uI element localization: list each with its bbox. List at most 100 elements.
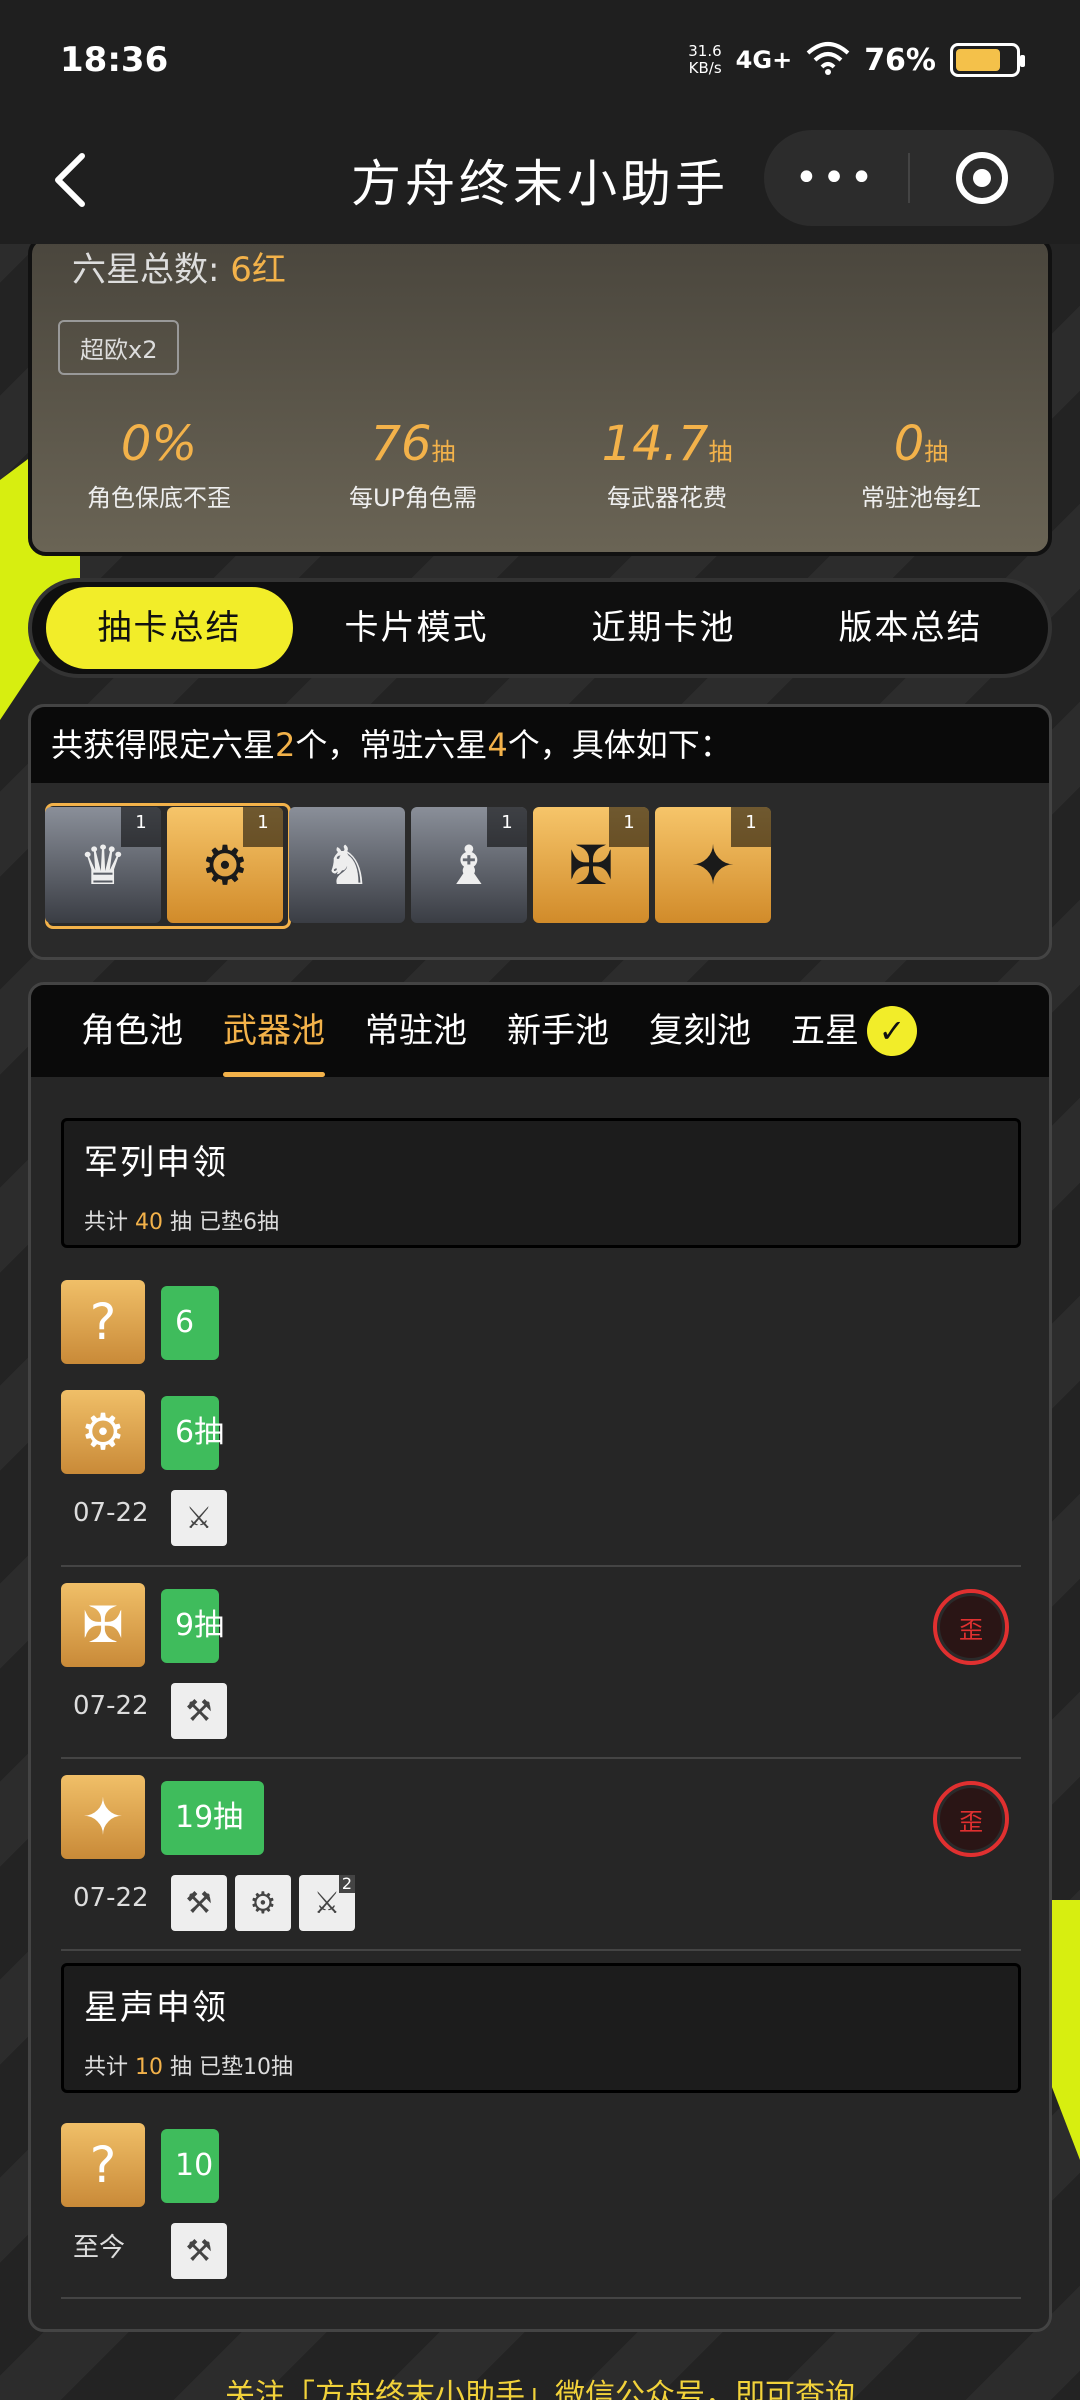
six-star-total-label: 六星总数:	[72, 250, 220, 290]
banner-name: 星声申领	[84, 1988, 228, 2028]
operator-thumbnail[interactable]: ♛ 1	[45, 807, 161, 923]
stat-unit: 抽	[708, 438, 733, 466]
gear-icon: ⚙	[200, 833, 250, 897]
thumb-count: 1	[731, 807, 771, 847]
gun-icon[interactable]: ⚒	[171, 1875, 227, 1931]
six-star-total: 六星总数: 6红	[72, 242, 286, 291]
stat-label: 角色保底不歪	[87, 484, 231, 512]
stats-row: 0% 角色保底不歪 76抽 每UP角色需 14.7抽 每武器花费 0抽 常驻池每…	[32, 416, 1048, 513]
pull-row: ✦ 19抽 歪 07-22 ⚒ ⚙ ⚔ 2	[61, 1775, 1021, 1945]
battery-percent: 76%	[864, 42, 936, 78]
net-speed-value: 31.6	[688, 42, 722, 60]
operator-portrait-icon: ♝	[444, 833, 494, 897]
limited-count: 2	[275, 726, 296, 764]
banner-header: 军列申领 共计 40 抽 已垫6抽	[61, 1118, 1021, 1248]
status-time: 18:36	[60, 40, 169, 80]
tab-rerun-pool[interactable]: 复刻池	[629, 985, 771, 1077]
item-count-badge: 2	[338, 1875, 355, 1893]
acquired-text: 个，具体如下：	[507, 726, 732, 764]
weapon-gun-icon: ✠	[61, 1583, 145, 1667]
summary-card: 六星总数: 6红 超欧x2 0% 角色保底不歪 76抽 每UP角色需 14.7抽…	[28, 236, 1052, 556]
stat-unit: 抽	[431, 438, 456, 466]
weapon-thumbnail[interactable]: ⚙ 1	[167, 807, 283, 923]
nav-bar: 方舟终末小助手 •••	[0, 120, 1080, 244]
tab-weapon-pool[interactable]: 武器池	[203, 985, 345, 1077]
gun-icon[interactable]: ⚒	[171, 1683, 227, 1739]
sword-icon[interactable]: ⚔	[171, 1490, 227, 1546]
pull-row: ? 10 至今 ⚒	[61, 2123, 1021, 2293]
target-icon	[955, 152, 1008, 204]
check-icon[interactable]: ✓	[867, 1006, 917, 1056]
pull-count-bar: 9抽	[161, 1589, 224, 1663]
tab-standard-pool[interactable]: 常驻池	[345, 985, 487, 1077]
stat-item: 76抽 每UP角色需	[286, 416, 540, 513]
banner-info: 共计 10 抽 已垫10抽	[84, 2049, 998, 2081]
tab-beginner-pool[interactable]: 新手池	[487, 985, 629, 1077]
status-icons: 31.6 KB/s 4G+ 76%	[688, 41, 1025, 79]
pull-count-bar: 19抽	[161, 1781, 264, 1855]
tab-recent-pools[interactable]: 近期卡池	[540, 587, 787, 669]
acquired-panel: 共获得限定六星2个，常驻六星4个，具体如下： ♛ 1 ⚙ 1 ♞ ♝ 1 ✠ 1 ✦ 1	[28, 704, 1052, 960]
pool-tabs: 角色池 武器池 常驻池 新手池 复刻池 五星 ✓	[31, 985, 1049, 1077]
stat-value: 0%	[120, 416, 198, 472]
weapon-thumbnail[interactable]: ✠ 1	[533, 807, 649, 923]
banner-info-label: 共计	[84, 2055, 129, 2080]
thumb-count: 1	[243, 807, 283, 847]
pull-row: ✠ 9抽 歪 07-22 ⚒	[61, 1583, 1021, 1753]
tab-five-star[interactable]: 五星	[771, 985, 865, 1077]
luck-badge: 超欧x2	[58, 320, 180, 375]
tab-version-summary[interactable]: 版本总结	[787, 587, 1034, 669]
banner-header: 星声申领 共计 10 抽 已垫10抽	[61, 1963, 1021, 2093]
operator-thumbnail[interactable]: ♝ 1	[411, 807, 527, 923]
banner-pull-count: 10	[135, 2055, 164, 2080]
pull-count-bar: 10	[161, 2129, 219, 2203]
pull-date: 至今	[73, 2233, 126, 2263]
stat-value: 76	[370, 416, 432, 472]
banner-info: 共计 40 抽 已垫6抽	[84, 1204, 998, 1236]
acquired-text: 共获得限定六星	[51, 726, 276, 764]
tab-character-pool[interactable]: 角色池	[61, 985, 203, 1077]
banner-name: 军列申领	[84, 1143, 228, 1183]
pull-count-bar: 6抽	[161, 1396, 224, 1470]
weapon-thumbnail[interactable]: ✦ 1	[655, 807, 771, 923]
stat-item: 14.7抽 每武器花费	[540, 416, 794, 513]
pull-date: 07-22	[73, 1691, 149, 1721]
pull-date: 07-22	[73, 1498, 149, 1528]
pool-panel: 角色池 武器池 常驻池 新手池 复刻池 五星 ✓ 军列申领 共计 40 抽 已垫…	[28, 982, 1052, 2332]
divider	[61, 1949, 1021, 1951]
operator-thumbnail[interactable]: ♞	[289, 807, 405, 923]
more-button[interactable]: •••	[764, 155, 908, 201]
status-bar: 18:36 31.6 KB/s 4G+ 76%	[0, 0, 1080, 120]
unknown-item-icon: ?	[61, 2123, 145, 2207]
six-star-total-value: 6红	[230, 250, 286, 290]
close-mini-program-button[interactable]	[910, 152, 1054, 204]
sword-icon[interactable]: ⚔ 2	[299, 1875, 355, 1931]
tab-pull-summary[interactable]: 抽卡总结	[46, 587, 293, 669]
main-tabs: 抽卡总结 卡片模式 近期卡池 版本总结	[28, 578, 1052, 678]
thumb-count: 1	[609, 807, 649, 847]
wifi-icon	[806, 41, 850, 79]
divider	[61, 1757, 1021, 1759]
off-banner-badge: 歪	[933, 1781, 1009, 1857]
footer-notice: 关注「方舟终末小助手」微信公众号，即可查询	[225, 2378, 855, 2400]
acquired-heading: 共获得限定六星2个，常驻六星4个，具体如下：	[31, 707, 1049, 783]
stat-item: 0% 角色保底不歪	[32, 416, 286, 513]
operator-portrait-icon: ♛	[78, 833, 128, 897]
stat-unit: 抽	[924, 438, 949, 466]
thumb-count: 1	[487, 807, 527, 847]
gear-icon[interactable]: ⚙	[235, 1875, 291, 1931]
divider	[61, 1565, 1021, 1567]
drone-icon: ✦	[690, 833, 736, 897]
pull-count-bar: 6	[161, 1286, 219, 1360]
stat-label: 每武器花费	[607, 484, 727, 512]
tab-card-mode[interactable]: 卡片模式	[293, 587, 540, 669]
gun-icon[interactable]: ⚒	[171, 2223, 227, 2279]
pull-date: 07-22	[73, 1883, 149, 1913]
stat-value: 14.7	[601, 416, 709, 472]
gun-icon: ✠	[568, 833, 614, 897]
stat-label: 常驻池每红	[861, 484, 981, 512]
banner-pity-text: 抽 已垫10抽	[170, 2055, 294, 2080]
acquired-text: 个，常驻六星	[295, 726, 488, 764]
unknown-item-icon: ?	[61, 1280, 145, 1364]
banner-pull-count: 40	[135, 1210, 164, 1235]
